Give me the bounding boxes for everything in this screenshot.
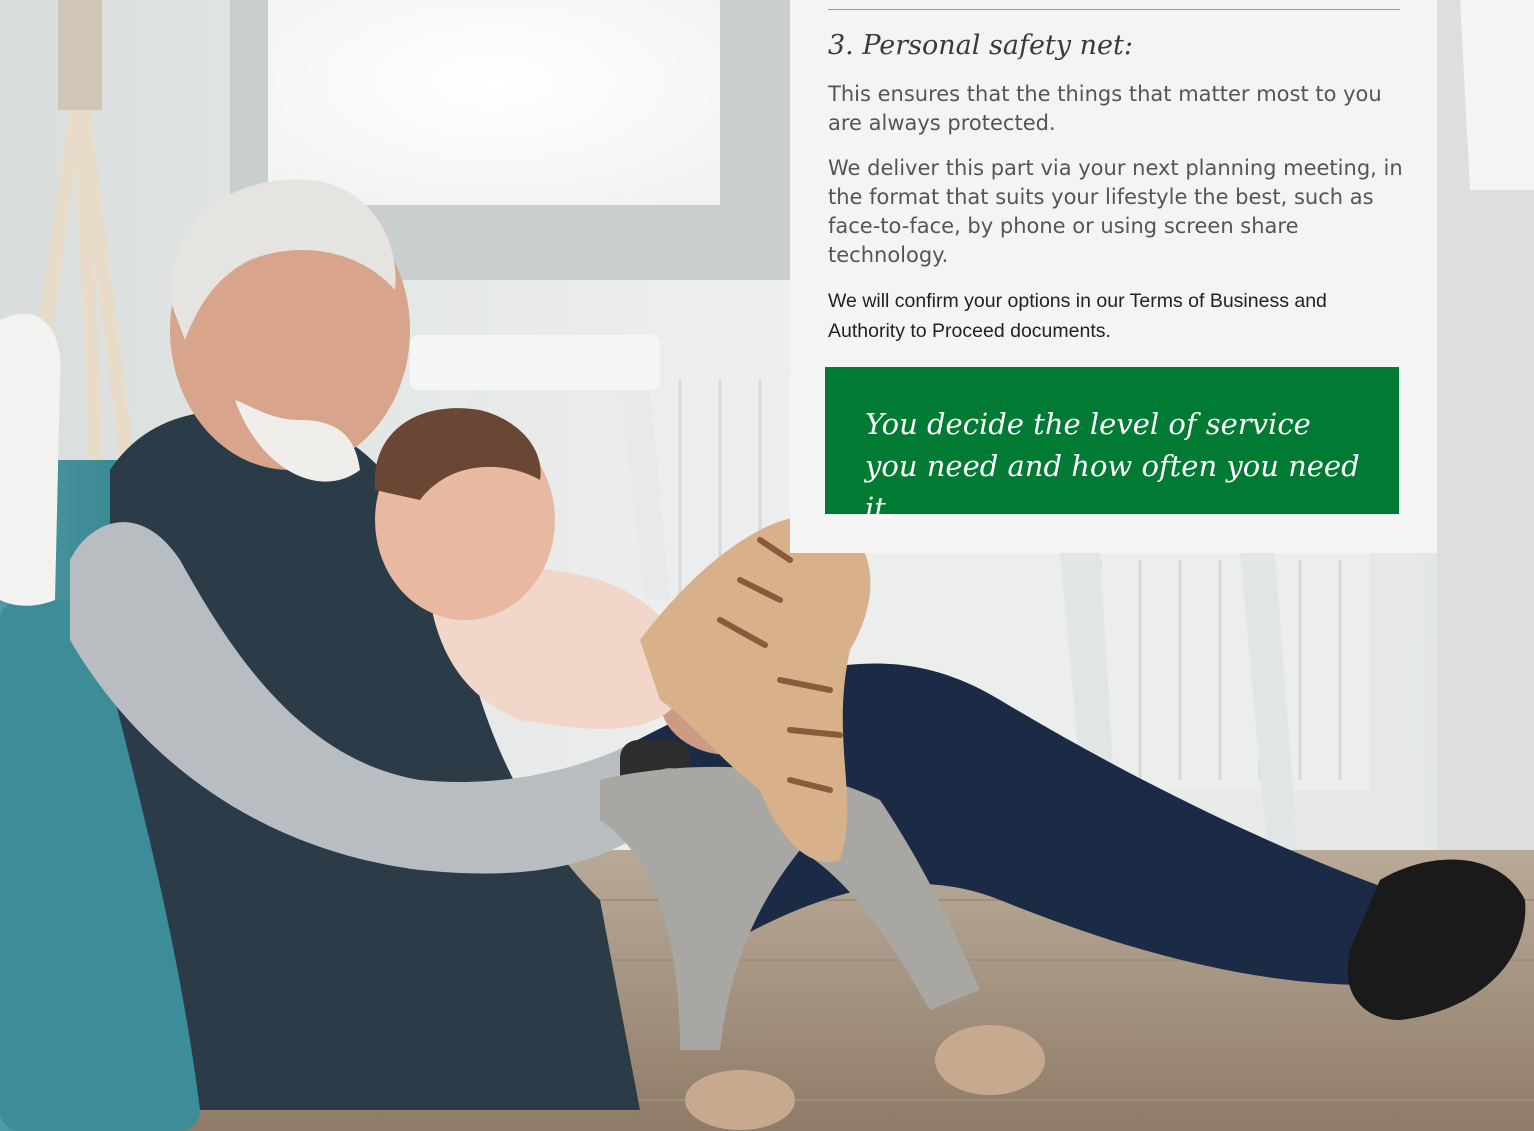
callout-box: You decide the level of service you need… [825, 367, 1399, 525]
delivery-paragraph: We deliver this part via your next plann… [828, 156, 1403, 267]
content-card: 3. Personal safety net: This ensures tha… [790, 0, 1437, 553]
terms-paragraph: We will confirm your options in our Term… [828, 290, 1327, 342]
callout-text: You decide the level of service you need… [865, 407, 1360, 525]
section-heading: 3. Personal safety net: [828, 30, 1133, 61]
intro-paragraph: This ensures that the things that matter… [828, 82, 1382, 135]
divider [828, 9, 1400, 10]
